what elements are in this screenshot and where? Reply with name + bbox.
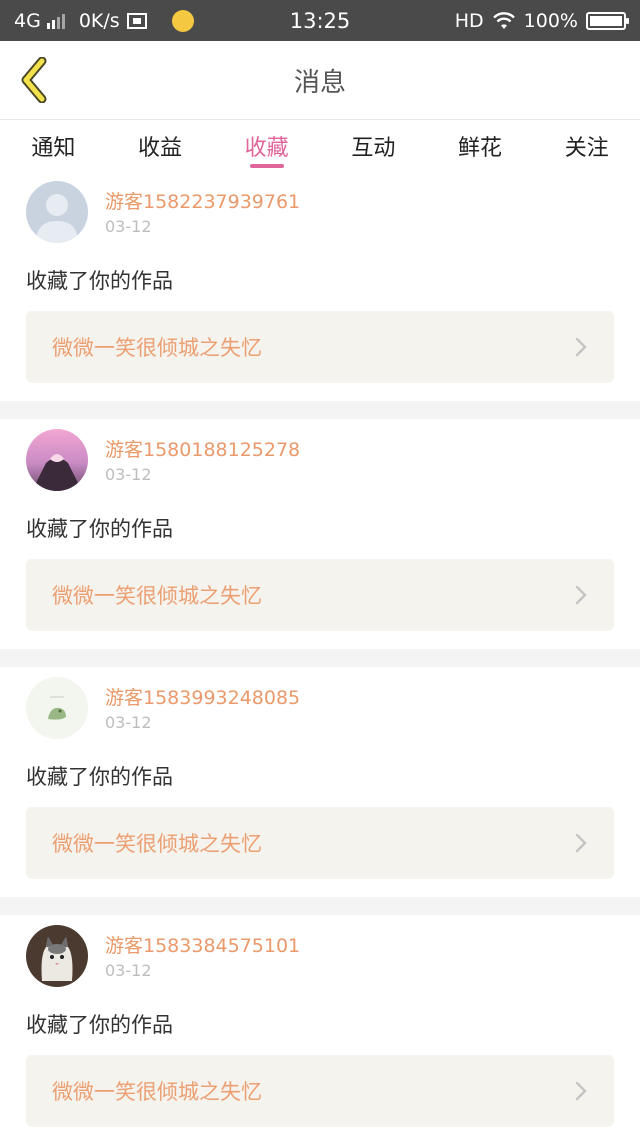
action-text: 收藏了你的作品 bbox=[26, 1013, 173, 1037]
work-title: 微微一笑很倾城之失忆 bbox=[52, 584, 262, 608]
work-link[interactable]: 微微一笑很倾城之失忆 bbox=[26, 311, 614, 383]
message-meta: 游客1583384575101 03-12 bbox=[105, 925, 300, 980]
avatar[interactable] bbox=[26, 181, 88, 243]
chevron-right-icon bbox=[575, 833, 587, 853]
message-meta: 游客1582237939761 03-12 bbox=[105, 181, 300, 236]
page-title: 消息 bbox=[293, 67, 346, 98]
battery-icon bbox=[586, 11, 629, 30]
message-date: 03-12 bbox=[105, 713, 152, 732]
green-bird-avatar-icon bbox=[26, 677, 88, 739]
username[interactable]: 游客1580188125278 bbox=[105, 435, 300, 462]
message-card: 游客1580188125278 03-12 收藏了你的作品 微微一笑很倾城之失忆 bbox=[0, 419, 640, 649]
work-link[interactable]: 微微一笑很倾城之失忆 bbox=[26, 559, 614, 631]
nav-header: 消息 bbox=[0, 41, 640, 119]
message-header: 游客1583993248085 03-12 bbox=[26, 677, 614, 739]
signal-icon bbox=[46, 13, 65, 29]
tab-follows[interactable]: 关注 bbox=[533, 120, 640, 171]
status-left: 4G 0K/s bbox=[14, 9, 194, 32]
message-header: 游客1580188125278 03-12 bbox=[26, 429, 614, 491]
username[interactable]: 游客1582237939761 bbox=[105, 187, 300, 214]
action-text: 收藏了你的作品 bbox=[26, 517, 173, 541]
message-date: 03-12 bbox=[105, 961, 152, 980]
chevron-right-icon bbox=[575, 585, 587, 605]
action-text: 收藏了你的作品 bbox=[26, 269, 173, 293]
battery-percent: 100% bbox=[523, 9, 578, 32]
screenshot-icon bbox=[126, 12, 147, 29]
network-speed: 0K/s bbox=[78, 9, 120, 32]
message-card: 游客1582237939761 03-12 收藏了你的作品 微微一笑很倾城之失忆 bbox=[0, 171, 640, 401]
avatar[interactable] bbox=[26, 925, 88, 987]
message-date: 03-12 bbox=[105, 217, 152, 236]
status-right: HD 100% bbox=[454, 9, 629, 32]
work-title: 微微一笑很倾城之失忆 bbox=[52, 336, 262, 360]
back-button[interactable] bbox=[14, 55, 54, 105]
status-bar: 4G 0K/s 13:25 HD 100% bbox=[0, 0, 640, 41]
notification-app-icon bbox=[171, 9, 194, 32]
work-title: 微微一笑很倾城之失忆 bbox=[52, 1080, 262, 1104]
wifi-icon bbox=[492, 11, 515, 29]
work-link[interactable]: 微微一笑很倾城之失忆 bbox=[26, 807, 614, 879]
tab-notifications[interactable]: 通知 bbox=[0, 120, 107, 171]
avatar[interactable] bbox=[26, 429, 88, 491]
chevron-right-icon bbox=[575, 1081, 587, 1101]
action-text: 收藏了你的作品 bbox=[26, 765, 173, 789]
tab-bar: 通知 收益 收藏 互动 鲜花 关注 bbox=[0, 119, 640, 171]
work-title: 微微一笑很倾城之失忆 bbox=[52, 832, 262, 856]
hd-indicator: HD bbox=[454, 9, 484, 32]
username[interactable]: 游客1583993248085 bbox=[105, 683, 300, 710]
tab-interactions[interactable]: 互动 bbox=[320, 120, 427, 171]
message-header: 游客1583384575101 03-12 bbox=[26, 925, 614, 987]
tab-favorites[interactable]: 收藏 bbox=[213, 120, 320, 171]
pink-sky-hands-avatar-icon bbox=[26, 429, 88, 491]
message-date: 03-12 bbox=[105, 465, 152, 484]
message-card: 游客1583993248085 03-12 收藏了你的作品 微微一笑很倾城之失忆 bbox=[0, 667, 640, 897]
battery-fill bbox=[590, 15, 622, 26]
network-type: 4G bbox=[14, 9, 41, 32]
avatar[interactable] bbox=[26, 677, 88, 739]
message-card: 游客1583384575101 03-12 收藏了你的作品 微微一笑很倾城之失忆 bbox=[0, 915, 640, 1138]
message-header: 游客1582237939761 03-12 bbox=[26, 181, 614, 243]
username[interactable]: 游客1583384575101 bbox=[105, 931, 300, 958]
message-list: 游客1582237939761 03-12 收藏了你的作品 微微一笑很倾城之失忆… bbox=[0, 171, 640, 1138]
message-meta: 游客1583993248085 03-12 bbox=[105, 677, 300, 732]
tab-earnings[interactable]: 收益 bbox=[107, 120, 214, 171]
message-meta: 游客1580188125278 03-12 bbox=[105, 429, 300, 484]
default-user-avatar-icon bbox=[26, 181, 88, 243]
cat-avatar-icon bbox=[26, 925, 88, 987]
chevron-left-icon bbox=[21, 57, 47, 103]
tab-flowers[interactable]: 鲜花 bbox=[427, 120, 534, 171]
chevron-right-icon bbox=[575, 337, 587, 357]
work-link[interactable]: 微微一笑很倾城之失忆 bbox=[26, 1055, 614, 1127]
